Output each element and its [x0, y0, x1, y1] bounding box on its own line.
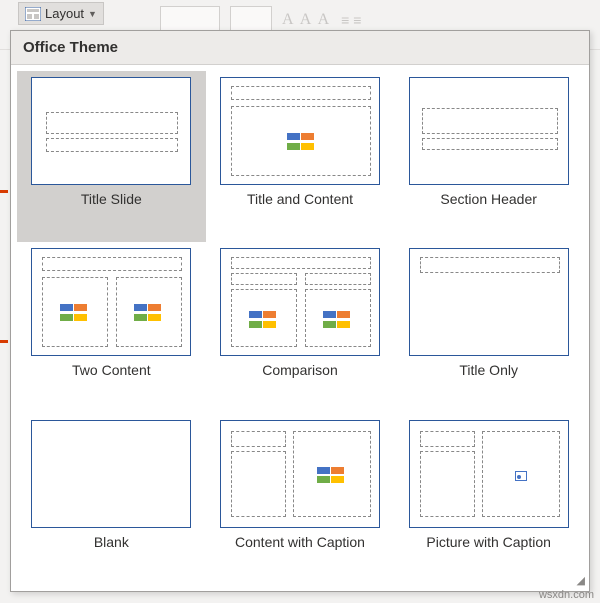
layout-option-section-header[interactable]: Section Header: [394, 71, 583, 242]
layout-grid: Title Slide Title and Content Section He…: [11, 65, 589, 591]
layout-option-content-with-caption[interactable]: Content with Caption: [206, 414, 395, 585]
layout-label: Title and Content: [247, 191, 353, 208]
layout-label: Blank: [94, 534, 129, 551]
layout-thumb: [31, 77, 191, 185]
layout-label: Section Header: [440, 191, 537, 208]
layout-thumb: [31, 420, 191, 528]
layout-label: Comparison: [262, 362, 337, 379]
bullets-buttons: ≡ ≡: [341, 12, 361, 28]
layout-thumb: [220, 77, 380, 185]
layout-thumb: [220, 420, 380, 528]
layout-option-comparison[interactable]: Comparison: [206, 242, 395, 413]
chevron-down-icon: ▼: [88, 9, 97, 19]
slide-marker: [0, 190, 8, 193]
layout-option-picture-with-caption[interactable]: Picture with Caption: [394, 414, 583, 585]
slide-marker: [0, 340, 8, 343]
layout-option-blank[interactable]: Blank: [17, 414, 206, 585]
layout-thumb: [220, 248, 380, 356]
layout-dropdown-button[interactable]: Layout ▼: [18, 2, 104, 25]
resize-grip-icon[interactable]: ◢: [577, 574, 585, 587]
layout-thumb: [409, 77, 569, 185]
watermark-text: wsxdn.com: [539, 589, 594, 601]
layout-option-title-and-content[interactable]: Title and Content: [206, 71, 395, 242]
layout-option-two-content[interactable]: Two Content: [17, 242, 206, 413]
layout-thumb: [31, 248, 191, 356]
picture-icon: [515, 471, 527, 481]
layout-icon: [25, 7, 41, 21]
layout-thumb: [409, 420, 569, 528]
layout-label: Title Only: [459, 362, 518, 379]
layout-gallery-dropdown: Office Theme Title Slide Title and Conte…: [10, 30, 590, 592]
layout-label: Picture with Caption: [426, 534, 551, 551]
font-size-buttons: A A A: [282, 11, 331, 29]
layout-thumb: [409, 248, 569, 356]
layout-option-title-slide[interactable]: Title Slide: [17, 71, 206, 242]
layout-label: Two Content: [72, 362, 151, 379]
layout-button-label: Layout: [45, 6, 84, 21]
layout-label: Title Slide: [81, 191, 142, 208]
gallery-header: Office Theme: [11, 31, 589, 65]
layout-option-title-only[interactable]: Title Only: [394, 242, 583, 413]
layout-label: Content with Caption: [235, 534, 365, 551]
